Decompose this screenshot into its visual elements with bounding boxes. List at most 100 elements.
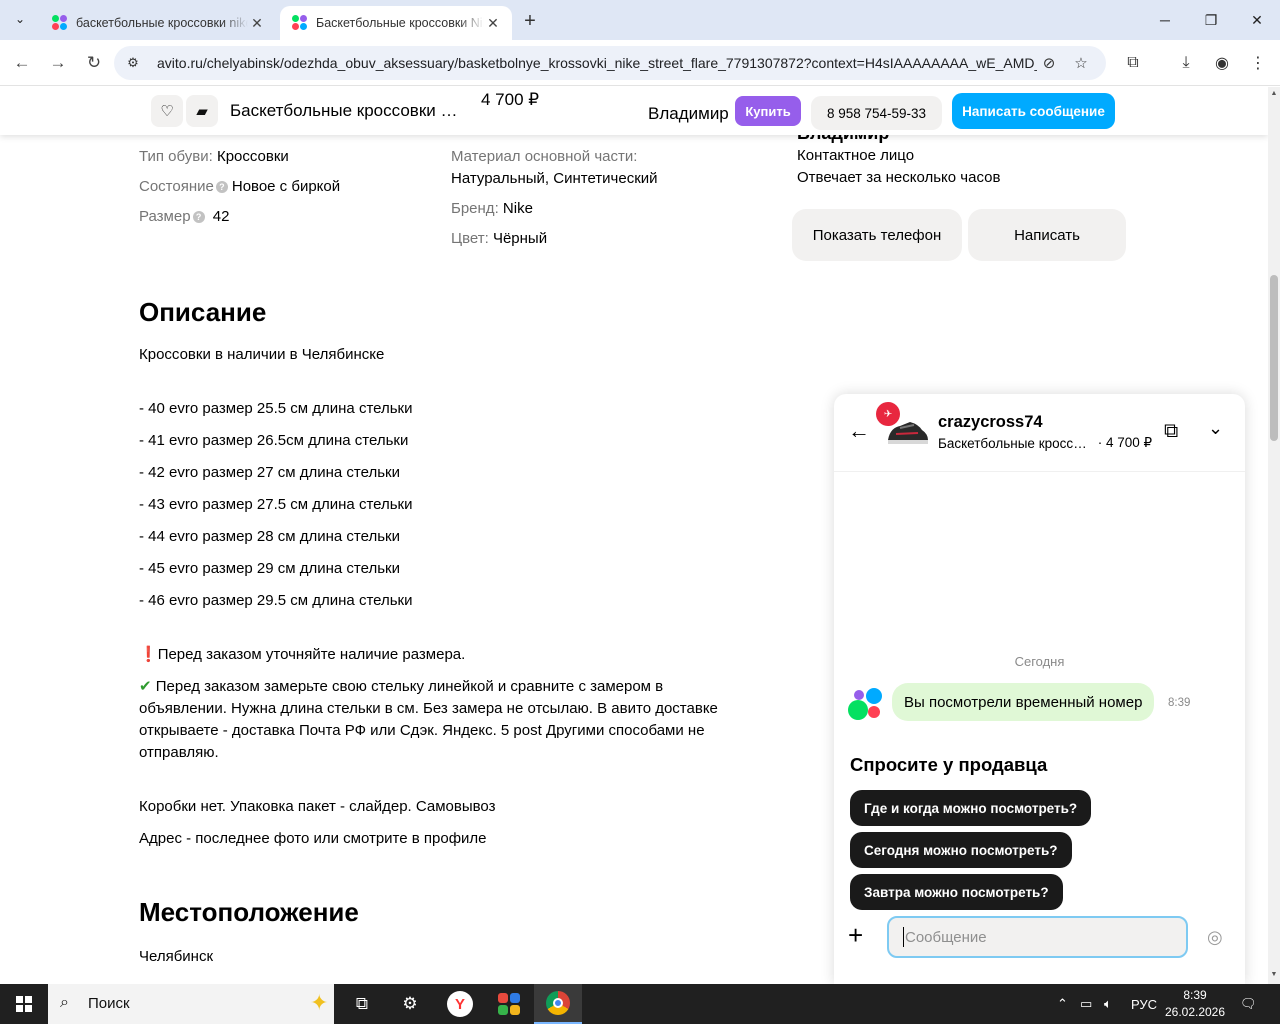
browser-tab-2[interactable]: Баскетбольные кроссовки Nike Street ✕ <box>280 6 512 40</box>
heart-icon: ♡ <box>160 103 174 120</box>
browser-tab-1[interactable]: баскетбольные кроссовки nike street ✕ <box>40 6 276 40</box>
exclamation-icon: ❗ <box>139 646 158 663</box>
task-view-icon[interactable]: ⧉ <box>338 984 386 1024</box>
close-icon[interactable]: ✕ <box>248 14 266 32</box>
chat-item-price: · 4 700 ₽ <box>1097 435 1153 450</box>
message-input[interactable]: Сообщение <box>887 916 1188 958</box>
buy-button[interactable]: Купить <box>735 96 801 126</box>
search-label: Поиск <box>88 995 130 1012</box>
site-info-icon[interactable]: ⚙ <box>124 54 142 72</box>
new-tab-button[interactable]: + <box>518 9 542 33</box>
browser-tabstrip: ⌄ баскетбольные кроссовки nike street ✕ … <box>0 0 1280 40</box>
clock-date: 26.02.2026 <box>1164 1005 1226 1019</box>
size-line: - 41 evro размер 26.5см длина стельки <box>139 432 409 449</box>
chat-message-bubble: Вы посмотрели временный номер <box>892 683 1155 721</box>
open-external-icon[interactable]: ⧉ <box>1164 420 1178 443</box>
write-button[interactable]: Написать <box>968 209 1126 261</box>
attach-plus-icon[interactable]: + <box>848 920 863 951</box>
size-line: - 45 evro размер 29 см длина стельки <box>139 560 400 577</box>
tab-title: баскетбольные кроссовки nike street <box>76 16 248 30</box>
box-line: Коробки нет. Упаковка пакет - слайдер. С… <box>139 798 496 815</box>
favorite-button[interactable]: ♡ <box>151 95 183 127</box>
location-city: Челябинск <box>139 948 214 965</box>
description-heading: Описание <box>139 297 267 327</box>
minimize-button[interactable]: ─ <box>1142 0 1188 40</box>
size-line: - 40 evro размер 25.5 см длина стельки <box>139 400 413 417</box>
message-time: 8:39 <box>1168 697 1191 709</box>
send-message-button[interactable]: Написать сообщение <box>952 93 1115 129</box>
size-line: - 46 evro размер 29.5 см длина стельки <box>139 592 413 609</box>
windows-taskbar: ⌕ Поиск ✦ ⧉ ⚙ Y ⌃ ▭ 🔈︎ РУС 8:39 26.02.20… <box>0 984 1280 1024</box>
param-material-key: Материал основной части: <box>451 148 638 165</box>
bookmark-star-icon[interactable]: ☆ <box>1071 53 1091 73</box>
clock-time: 8:39 <box>1183 988 1207 1002</box>
page-scrollbar[interactable]: ▲ ▼ <box>1268 87 1280 984</box>
help-icon[interactable]: ? <box>192 211 205 223</box>
camera-icon[interactable]: ◎ <box>1207 927 1223 948</box>
clock[interactable]: 8:39 26.02.2026 <box>1160 987 1230 1021</box>
menu-dots-icon[interactable]: ⋮ <box>1247 52 1269 74</box>
input-language[interactable]: РУС <box>1131 984 1157 1024</box>
note-button[interactable]: ▰ <box>186 95 218 127</box>
scroll-down-icon[interactable]: ▼ <box>1270 971 1278 978</box>
scrollbar-thumb[interactable] <box>1270 275 1278 441</box>
notifications-icon[interactable]: 🗨︎ <box>1240 984 1257 1024</box>
start-button[interactable] <box>0 984 48 1024</box>
seller-avatar-badge-icon: ✈ <box>876 402 900 426</box>
param-material-value: Натуральный, Синтетический <box>451 170 658 187</box>
check-mark-icon: ✔ <box>139 678 152 695</box>
seller-response-time: Отвечает за несколько часов <box>797 169 1001 186</box>
settings-gear-icon[interactable]: ⚙ <box>386 984 434 1024</box>
quick-question-chip[interactable]: Где и когда можно посмотреть? <box>850 790 1092 826</box>
chevron-down-icon[interactable]: ⌄ <box>1208 418 1223 439</box>
back-button[interactable]: ← <box>8 49 36 77</box>
help-icon[interactable]: ? <box>215 181 228 193</box>
seller-name[interactable]: Владимир <box>648 104 729 124</box>
windows-logo-icon <box>16 996 32 1012</box>
note-icon: ▰ <box>196 103 208 120</box>
avito-favicon-icon <box>52 15 68 31</box>
copilot-sparkle-icon: ✦ <box>310 990 329 1015</box>
download-icon[interactable]: ⤓ <box>1175 52 1197 74</box>
ask-seller-title: Спросите у продавца <box>850 754 1048 775</box>
extensions-icon[interactable]: ⧉ <box>1122 52 1144 74</box>
back-arrow-icon[interactable]: ← <box>848 418 870 444</box>
tracking-protection-icon[interactable]: ⊘ <box>1039 53 1059 73</box>
tab-search-button[interactable]: ⌄ <box>8 7 32 31</box>
browser-toolbar: ← → ↻ ⚙ avito.ru/chelyabinsk/odezhda_obu… <box>0 40 1280 86</box>
forward-button[interactable]: → <box>44 49 72 77</box>
taskbar-search[interactable]: ⌕ Поиск ✦ <box>48 984 334 1024</box>
avito-logo-icon <box>848 688 882 722</box>
param-brand: Бренд: Nike <box>451 200 533 217</box>
chat-username[interactable]: crazycross74 <box>938 413 1043 432</box>
quick-question-chip[interactable]: Завтра можно посмотреть? <box>850 874 1063 910</box>
close-window-button[interactable]: ✕ <box>1234 0 1280 40</box>
url-text[interactable]: avito.ru/chelyabinsk/odezhda_obuv_aksess… <box>157 55 1037 71</box>
param-shoe-type: Тип обуви: Кроссовки <box>139 148 289 165</box>
tray-chevron-up-icon[interactable]: ⌃ <box>1057 984 1068 1024</box>
yandex-browser-icon[interactable]: Y <box>436 984 484 1024</box>
reload-icon: ↻ <box>86 53 102 72</box>
reload-button[interactable]: ↻ <box>80 49 108 77</box>
quick-question-chip[interactable]: Сегодня можно посмотреть? <box>850 832 1072 868</box>
close-icon[interactable]: ✕ <box>484 14 502 32</box>
sticky-header: ♡ ▰ Баскетбольные кроссовки Nike Street … <box>0 87 1268 135</box>
listing-price: 4 700 ₽ <box>481 90 540 109</box>
arrow-left-icon: ← <box>13 53 31 72</box>
search-icon: ⌕ <box>60 994 69 1011</box>
chrome-icon[interactable] <box>534 984 582 1024</box>
restore-button[interactable]: ❐ <box>1188 0 1234 40</box>
chat-item-info: Баскетбольные кроссовки Nike Street Flar… <box>938 435 1152 451</box>
param-condition: Состояние? Новое с биркой <box>139 178 341 195</box>
chevron-down-icon: ⌄ <box>14 12 26 26</box>
scroll-up-icon[interactable]: ▲ <box>1270 90 1278 97</box>
show-phone-button[interactable]: Показать телефон <box>792 209 962 261</box>
profile-icon[interactable]: ◉ <box>1211 52 1233 74</box>
volume-icon[interactable]: 🔈︎ <box>1104 984 1112 1024</box>
network-icon[interactable]: ▭ <box>1080 984 1092 1024</box>
seller-role: Контактное лицо <box>797 147 915 164</box>
address-bar[interactable]: ⚙ avito.ru/chelyabinsk/odezhda_obuv_akse… <box>114 46 1106 80</box>
app-grid-icon[interactable] <box>485 984 533 1024</box>
phone-button[interactable]: 8 958 754-59-33 <box>811 96 942 130</box>
description-intro: Кроссовки в наличии в Челябинске <box>139 346 385 363</box>
